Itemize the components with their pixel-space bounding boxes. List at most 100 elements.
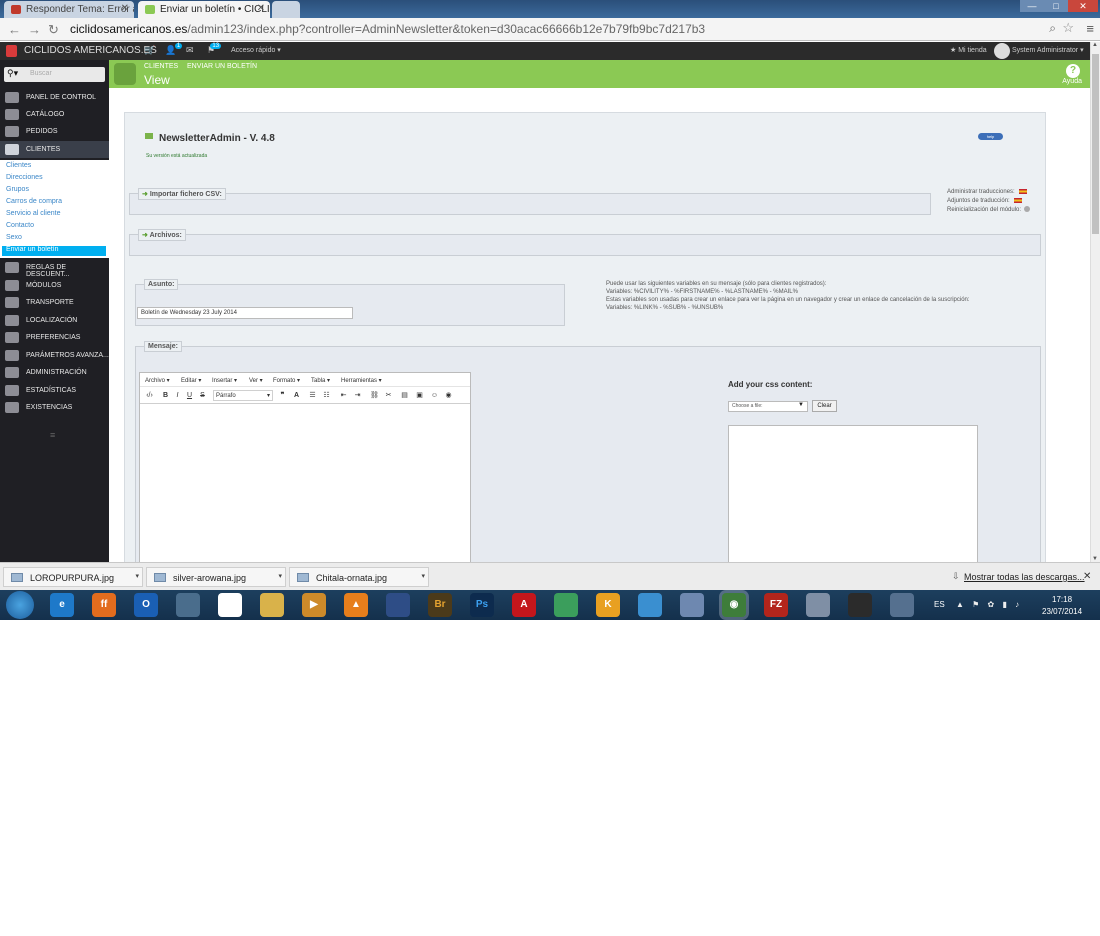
search-input[interactable]: ⚲▾ Buscar bbox=[4, 67, 105, 82]
app-icon[interactable] bbox=[386, 593, 410, 617]
submenu-item-customer-service[interactable]: Servicio al cliente bbox=[6, 210, 60, 217]
unlink-icon[interactable]: ✂ bbox=[383, 390, 394, 401]
bullet-list-icon[interactable]: ☰ bbox=[307, 390, 318, 401]
window-maximize-button[interactable]: □ bbox=[1044, 0, 1068, 12]
collapse-menu-icon[interactable]: ≡ bbox=[50, 430, 55, 440]
window-minimize-button[interactable]: — bbox=[1020, 0, 1044, 12]
image-icon[interactable]: ▣ bbox=[414, 390, 425, 401]
app-icon[interactable] bbox=[848, 593, 872, 617]
blockquote-icon[interactable]: ❞ bbox=[277, 390, 288, 401]
submenu-item-contact[interactable]: Contacto bbox=[6, 222, 34, 229]
app-icon[interactable] bbox=[890, 593, 914, 617]
orders-cart-icon[interactable]: 🛒 bbox=[144, 45, 155, 56]
dropbox-icon[interactable] bbox=[218, 593, 242, 617]
css-content-textarea[interactable] bbox=[728, 425, 978, 567]
photoshop-icon[interactable]: Ps bbox=[470, 593, 494, 617]
subject-input[interactable]: Boletín de Wednesday 23 July 2014 bbox=[137, 307, 353, 319]
scroll-thumb[interactable] bbox=[1092, 54, 1099, 234]
indent-icon[interactable]: ⇥ bbox=[352, 390, 363, 401]
help-label[interactable]: Ayuda bbox=[1062, 78, 1082, 85]
search-icon[interactable]: ⚲▾ bbox=[7, 68, 18, 79]
acrobat-icon[interactable]: A bbox=[512, 593, 536, 617]
quick-access-menu[interactable]: Acceso rápido ▾ bbox=[231, 46, 281, 54]
files-toggle[interactable]: ➜ Archivos: bbox=[138, 229, 186, 241]
vlc-icon[interactable]: ▲ bbox=[344, 593, 368, 617]
numbered-list-icon[interactable]: ☷ bbox=[321, 390, 332, 401]
source-code-icon[interactable]: ‹/› bbox=[144, 390, 155, 401]
spain-flag-icon[interactable] bbox=[1013, 197, 1022, 203]
help-button[interactable]: help bbox=[978, 133, 1003, 140]
close-icon[interactable]: ✕ bbox=[1083, 571, 1091, 582]
editor-menu-insert[interactable]: Insertar ▾ bbox=[212, 377, 237, 384]
import-csv-toggle[interactable]: ➜ Importar fichero CSV: bbox=[138, 188, 226, 200]
editor-menu-table[interactable]: Tabla ▾ bbox=[311, 377, 330, 384]
media-icon[interactable]: ▤ bbox=[399, 390, 410, 401]
clock-time[interactable]: 17:18 bbox=[1052, 595, 1072, 604]
bookmark-star-icon[interactable]: ☆ bbox=[1062, 20, 1074, 36]
reset-icon[interactable] bbox=[1024, 206, 1031, 213]
css-file-select[interactable]: Choose a file: ▼ bbox=[728, 401, 808, 412]
breadcrumb-customers[interactable]: CLIENTES bbox=[144, 63, 178, 70]
browser-tab-forum[interactable]: Responder Tema: Error al ✕ bbox=[4, 1, 134, 18]
chevron-down-icon[interactable]: ▾ bbox=[135, 572, 139, 580]
outdent-icon[interactable]: ⇤ bbox=[338, 390, 349, 401]
clear-button[interactable]: Clear bbox=[812, 400, 837, 412]
page-scrollbar[interactable]: ▲ ▼ bbox=[1090, 42, 1100, 562]
sidebar-item-discounts[interactable]: REGLAS DE DESCUENT... bbox=[0, 259, 109, 278]
admin-translations-link[interactable]: Administrar traducciones: bbox=[947, 188, 1030, 197]
chrome-icon[interactable]: ◉ bbox=[722, 593, 746, 617]
language-indicator[interactable]: ES bbox=[934, 600, 945, 609]
breadcrumb-newsletter[interactable]: ENVIAR UN BOLETÍN bbox=[187, 63, 257, 70]
editor-menu-edit[interactable]: Editar ▾ bbox=[181, 377, 201, 384]
k3-icon[interactable]: K bbox=[596, 593, 620, 617]
browser-tab-newsletter[interactable]: Enviar un boletín • CICLID ✕ bbox=[138, 1, 270, 18]
forward-icon[interactable]: → bbox=[28, 22, 41, 37]
paragraph-format-select[interactable]: Párrafo ▾ bbox=[213, 390, 273, 401]
download-item[interactable]: Chitala-ornata.jpg ▾ bbox=[289, 567, 429, 587]
sidebar-item-shipping[interactable]: TRANSPORTE bbox=[0, 294, 109, 311]
chrome-menu-icon[interactable]: ≡ bbox=[1086, 21, 1094, 36]
messages-icon[interactable]: ✉ bbox=[186, 45, 194, 56]
italic-icon[interactable]: I bbox=[172, 390, 183, 401]
sidebar-item-administration[interactable]: ADMINISTRACIÓN bbox=[0, 364, 109, 381]
spain-flag-icon[interactable] bbox=[1018, 188, 1027, 194]
module-reset-link[interactable]: Reinicialización del módulo: bbox=[947, 206, 1031, 215]
emoticon-icon[interactable]: ☺ bbox=[429, 390, 440, 401]
system-tray-icons[interactable]: ▲ ⚑ ✿ ▮ ♪ bbox=[956, 600, 1022, 609]
submenu-item-genders[interactable]: Sexo bbox=[6, 234, 22, 241]
sidebar-item-catalog[interactable]: CATÁLOGO bbox=[0, 106, 109, 123]
ie-icon[interactable]: e bbox=[50, 593, 74, 617]
sidebar-item-modules[interactable]: MÓDULOS bbox=[0, 277, 109, 294]
chevron-down-icon[interactable]: ▾ bbox=[278, 572, 282, 580]
download-item[interactable]: LOROPURPURA.jpg ▾ bbox=[3, 567, 143, 587]
address-bar[interactable]: ciclidosamericanos.es/admin123/index.php… bbox=[70, 21, 1070, 38]
bold-icon[interactable]: B bbox=[160, 390, 171, 401]
admin-user-menu[interactable]: System Administrator ▾ bbox=[1012, 46, 1084, 54]
outlook-icon[interactable]: O bbox=[134, 593, 158, 617]
text-color-icon[interactable]: A bbox=[291, 390, 302, 401]
editor-menu-tools[interactable]: Herramientas ▾ bbox=[341, 377, 382, 384]
submenu-item-customers[interactable]: Clientes bbox=[6, 162, 31, 169]
submenu-item-newsletter[interactable]: Enviar un boletín bbox=[2, 246, 106, 256]
strikethrough-icon[interactable]: S bbox=[197, 390, 208, 401]
media-player-icon[interactable]: ▶ bbox=[302, 593, 326, 617]
app-icon[interactable] bbox=[638, 593, 662, 617]
sidebar-item-localization[interactable]: LOCALIZACIÓN bbox=[0, 312, 109, 329]
app-icon[interactable] bbox=[806, 593, 830, 617]
editor-menu-format[interactable]: Formato ▾ bbox=[273, 377, 300, 384]
show-all-downloads-link[interactable]: Mostrar todas las descargas... bbox=[964, 572, 1085, 582]
preview-icon[interactable]: ◉ bbox=[443, 390, 454, 401]
sidebar-item-customers[interactable]: CLIENTES bbox=[0, 141, 109, 158]
zoom-icon[interactable]: ⌕ bbox=[1049, 21, 1056, 36]
bridge-icon[interactable]: Br bbox=[428, 593, 452, 617]
editor-menu-view[interactable]: Ver ▾ bbox=[249, 377, 263, 384]
back-icon[interactable]: ← bbox=[8, 22, 21, 37]
sidebar-item-preferences[interactable]: PREFERENCIAS bbox=[0, 329, 109, 346]
thunderbird-icon[interactable] bbox=[176, 593, 200, 617]
chevron-down-icon[interactable]: ▾ bbox=[421, 572, 425, 580]
download-item[interactable]: silver-arowana.jpg ▾ bbox=[146, 567, 286, 587]
link-icon[interactable]: ⛓ bbox=[369, 390, 380, 401]
globe-app-icon[interactable] bbox=[554, 593, 578, 617]
reload-icon[interactable]: ↻ bbox=[48, 22, 59, 38]
customers-icon[interactable]: 👤 1 bbox=[165, 43, 183, 56]
